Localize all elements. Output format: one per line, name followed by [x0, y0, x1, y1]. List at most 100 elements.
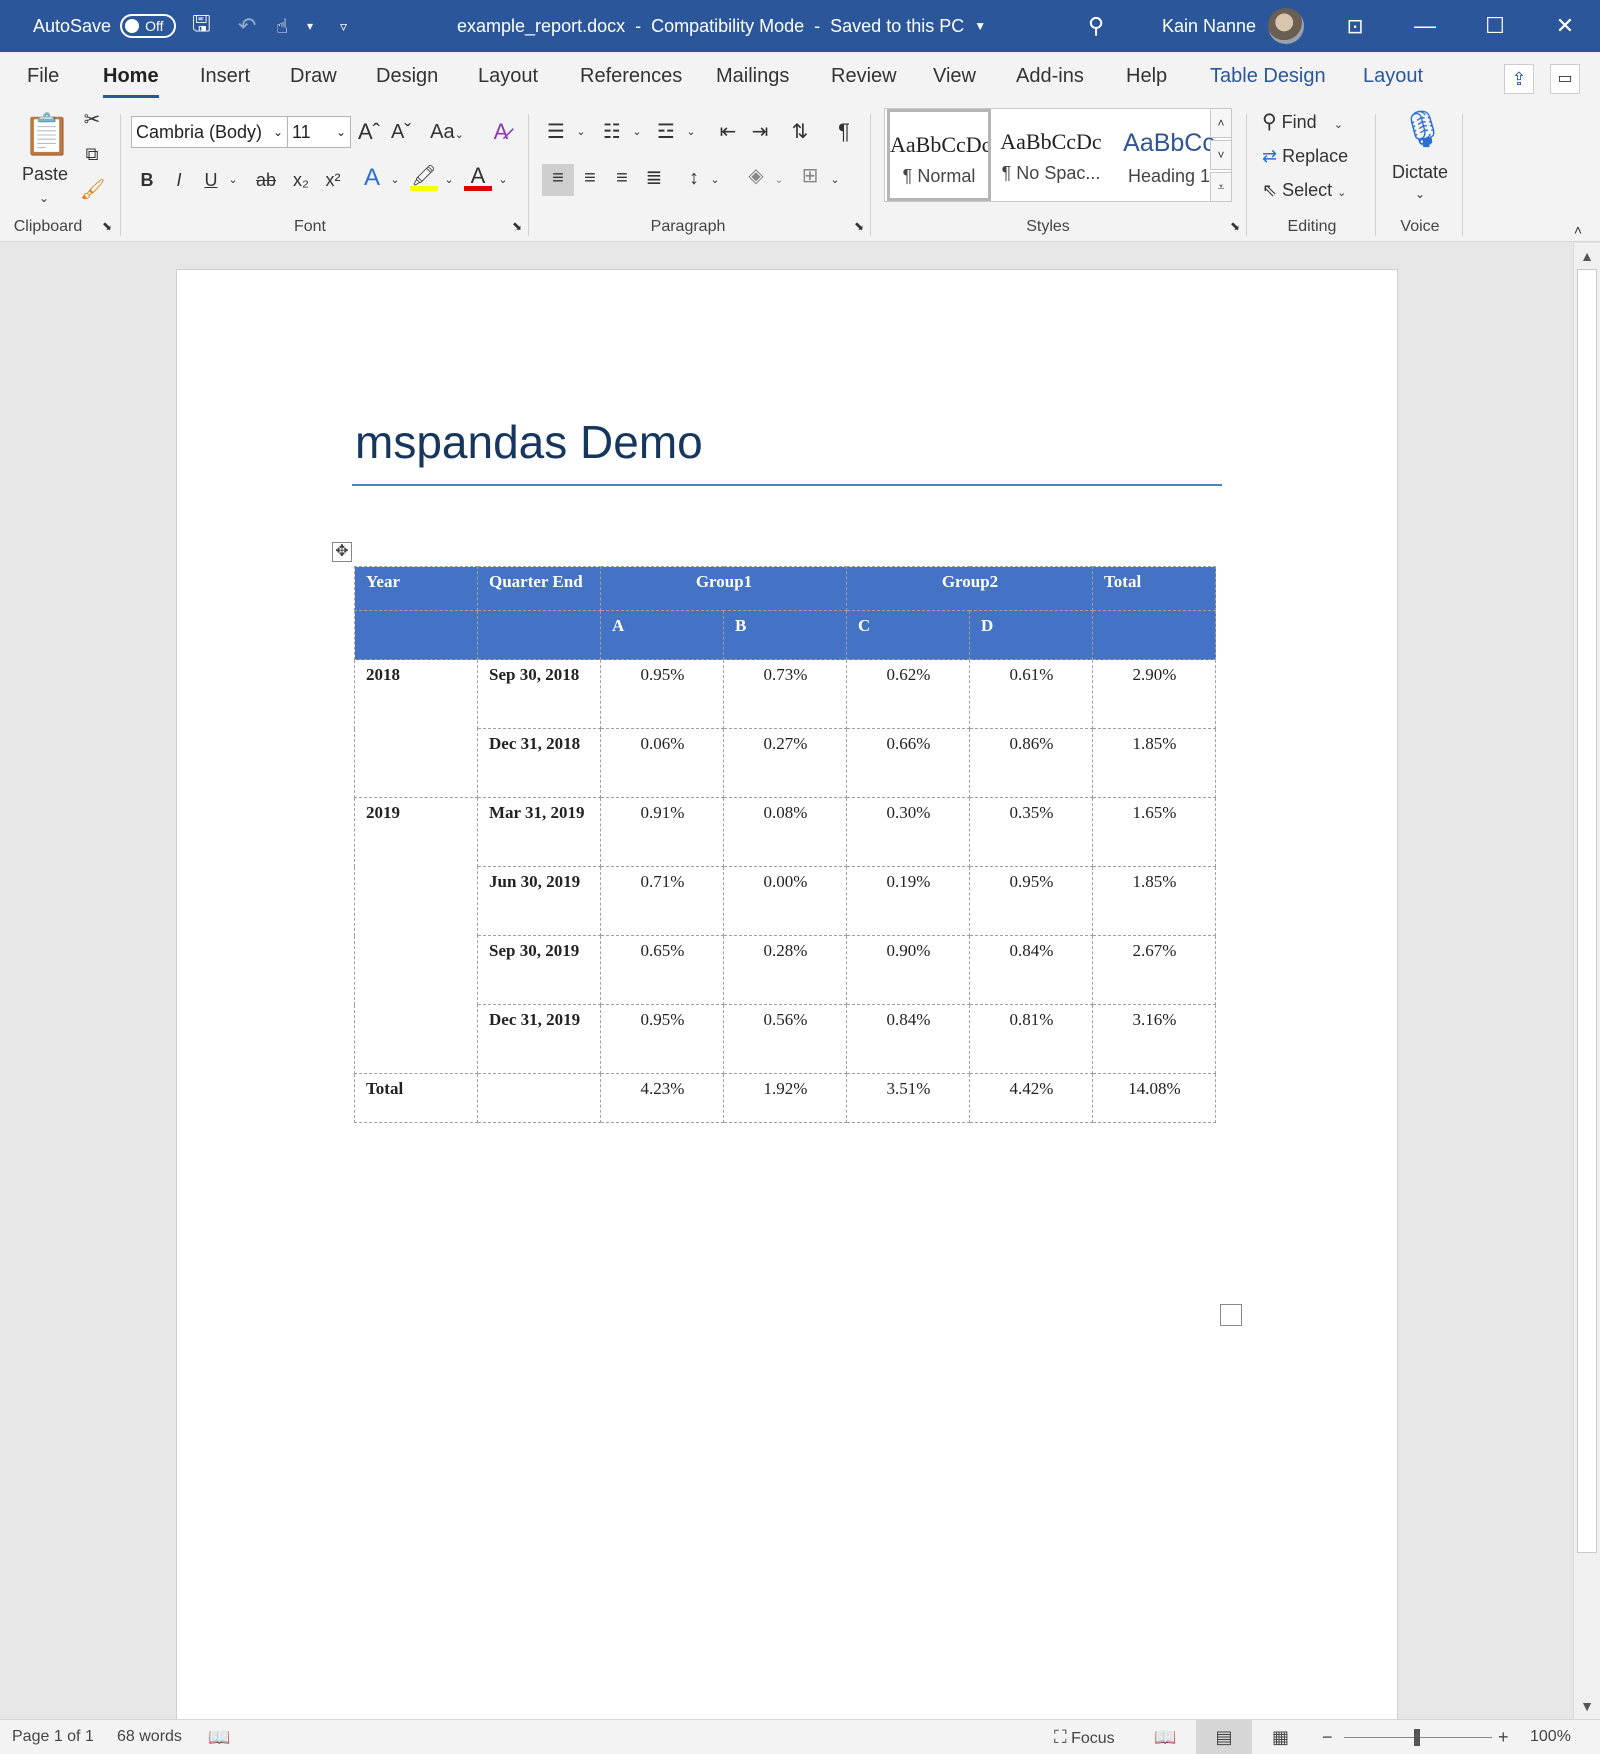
zoom-in-icon[interactable]: + — [1498, 1720, 1509, 1754]
document-heading[interactable]: mspandas Demo — [355, 415, 703, 469]
change-case-button[interactable]: Aa⌄ — [425, 118, 469, 149]
dictate-chevron-icon[interactable]: ⌄ — [1410, 180, 1430, 208]
total-label-cell[interactable]: Total — [354, 1073, 478, 1123]
copy-icon[interactable]: ⧉ — [80, 140, 104, 168]
touch-mode-icon[interactable]: ☝ — [276, 0, 288, 52]
tab-addins[interactable]: Add-ins — [1016, 52, 1084, 104]
font-size-box[interactable]: 11 ⌄ — [287, 116, 351, 148]
numbering-icon[interactable]: ☷ — [598, 118, 626, 146]
value-cell[interactable]: 0.19% — [846, 866, 970, 936]
collapse-ribbon-icon[interactable]: ˄ — [1568, 216, 1588, 244]
line-spacing-chevron-icon[interactable]: ⌄ — [708, 166, 722, 194]
zoom-level[interactable]: 100% — [1530, 1720, 1571, 1754]
total-cell[interactable]: 2.67% — [1092, 935, 1216, 1005]
style-no-spacing[interactable]: AaBbCcDc ¶ No Spac... — [995, 109, 1107, 201]
align-center-icon[interactable]: ≡ — [576, 164, 604, 192]
italic-icon[interactable]: I — [168, 166, 190, 194]
styles-scroll-up-icon[interactable]: ˄ — [1210, 108, 1232, 138]
font-name-box[interactable]: Cambria (Body) ⌄ — [131, 116, 288, 148]
value-cell[interactable]: 0.30% — [846, 797, 970, 867]
value-cell[interactable]: 0.27% — [723, 728, 847, 798]
tab-help[interactable]: Help — [1126, 52, 1167, 104]
tab-table-layout[interactable]: Layout — [1363, 52, 1423, 104]
undo-icon[interactable]: ↶ — [238, 0, 256, 52]
header-d[interactable]: D — [969, 610, 1093, 660]
style-normal[interactable]: AaBbCcDc ¶ Normal — [887, 109, 991, 201]
underline-icon[interactable]: U — [200, 166, 222, 194]
tab-table-design[interactable]: Table Design — [1210, 52, 1326, 104]
value-cell[interactable]: 0.61% — [969, 659, 1093, 729]
format-painter-icon[interactable]: 🖌 — [80, 176, 105, 204]
header-year[interactable]: Year — [354, 566, 478, 611]
text-effects-icon[interactable]: A — [358, 164, 386, 192]
web-layout-icon[interactable]: ▦ — [1272, 1720, 1289, 1754]
grow-font-icon[interactable]: Aˆ — [355, 118, 383, 146]
document-title[interactable]: example_report.docx - Compatibility Mode… — [457, 0, 986, 52]
quarter-cell[interactable]: Dec 31, 2019 — [477, 1004, 601, 1074]
header-c[interactable]: C — [846, 610, 970, 660]
vertical-scrollbar[interactable]: ▲ ▼ — [1573, 243, 1600, 1719]
shrink-font-icon[interactable]: Aˇ — [387, 118, 415, 146]
underline-chevron-icon[interactable]: ⌄ — [226, 166, 240, 194]
show-formatting-icon[interactable]: ¶ — [830, 118, 858, 146]
read-mode-icon[interactable]: 📖 — [1154, 1720, 1176, 1754]
value-cell[interactable]: 1.92% — [723, 1073, 847, 1123]
value-cell[interactable]: 4.42% — [969, 1073, 1093, 1123]
font-color-icon[interactable]: A — [464, 162, 492, 191]
microphone-icon[interactable]: 🎙 — [1400, 104, 1446, 154]
value-cell[interactable]: 0.62% — [846, 659, 970, 729]
total-cell[interactable]: 1.85% — [1092, 728, 1216, 798]
value-cell[interactable]: 0.71% — [600, 866, 724, 936]
bullets-chevron-icon[interactable]: ⌄ — [574, 118, 588, 146]
table-move-handle-icon[interactable]: ✥ — [332, 542, 352, 562]
quarter-cell[interactable]: Mar 31, 2019 — [477, 797, 601, 867]
paste-chevron-icon[interactable]: ⌄ — [34, 184, 54, 212]
header-cell-empty[interactable] — [354, 610, 478, 660]
header-cell-empty[interactable] — [1092, 610, 1216, 660]
header-total[interactable]: Total — [1092, 566, 1216, 611]
value-cell[interactable]: 3.51% — [846, 1073, 970, 1123]
value-cell[interactable]: 0.08% — [723, 797, 847, 867]
total-cell[interactable]: 14.08% — [1092, 1073, 1216, 1123]
paragraph-launcher-icon[interactable]: ⬊ — [852, 218, 866, 234]
focus-button[interactable]: ⛶ Focus — [1054, 1720, 1115, 1754]
quarter-cell[interactable]: Sep 30, 2018 — [477, 659, 601, 729]
value-cell[interactable]: 0.73% — [723, 659, 847, 729]
decrease-indent-icon[interactable]: ⇤ — [714, 118, 742, 146]
tab-layout[interactable]: Layout — [478, 52, 538, 104]
value-cell[interactable]: 4.23% — [600, 1073, 724, 1123]
scrollbar-thumb[interactable] — [1577, 269, 1597, 1553]
font-color-chevron-icon[interactable]: ⌄ — [496, 166, 510, 194]
multilevel-chevron-icon[interactable]: ⌄ — [684, 118, 698, 146]
search-icon[interactable]: ⚲ — [1088, 0, 1104, 52]
styles-more-icon[interactable]: ⩡ — [1210, 172, 1232, 202]
quarter-cell[interactable]: Dec 31, 2018 — [477, 728, 601, 798]
value-cell[interactable]: 0.35% — [969, 797, 1093, 867]
tab-review[interactable]: Review — [831, 52, 897, 104]
shading-icon[interactable]: ◈ — [742, 162, 770, 190]
value-cell[interactable]: 0.91% — [600, 797, 724, 867]
total-cell[interactable]: 1.65% — [1092, 797, 1216, 867]
value-cell[interactable]: 0.86% — [969, 728, 1093, 798]
tab-references[interactable]: References — [580, 52, 682, 104]
user-name[interactable]: Kain Nanne — [1162, 0, 1256, 52]
value-cell[interactable]: 0.81% — [969, 1004, 1093, 1074]
sort-icon[interactable]: ⇅ — [786, 118, 814, 146]
styles-scroll-down-icon[interactable]: ˅ — [1210, 140, 1232, 170]
header-group1[interactable]: Group1 — [600, 566, 847, 611]
clear-formatting-icon[interactable]: A̷ — [486, 118, 516, 146]
clipboard-launcher-icon[interactable]: ⬊ — [100, 218, 114, 234]
autosave-toggle[interactable]: Off — [120, 14, 177, 38]
page[interactable]: mspandas Demo ✥ Year Quarter End Group1 … — [176, 269, 1398, 1719]
header-quarter-end[interactable]: Quarter End — [477, 566, 601, 611]
tab-mailings[interactable]: Mailings — [716, 52, 789, 104]
borders-icon[interactable]: ⊞ — [796, 162, 824, 190]
text-effects-chevron-icon[interactable]: ⌄ — [388, 166, 402, 194]
data-table[interactable]: Year Quarter End Group1 Group2 Total A B… — [354, 566, 1216, 1123]
user-avatar[interactable] — [1268, 0, 1304, 52]
value-cell[interactable]: 0.95% — [600, 1004, 724, 1074]
value-cell[interactable]: 0.84% — [969, 935, 1093, 1005]
header-cell-empty[interactable] — [477, 610, 601, 660]
shading-chevron-icon[interactable]: ⌄ — [772, 166, 786, 194]
autosave-control[interactable]: AutoSave Off — [33, 0, 177, 52]
